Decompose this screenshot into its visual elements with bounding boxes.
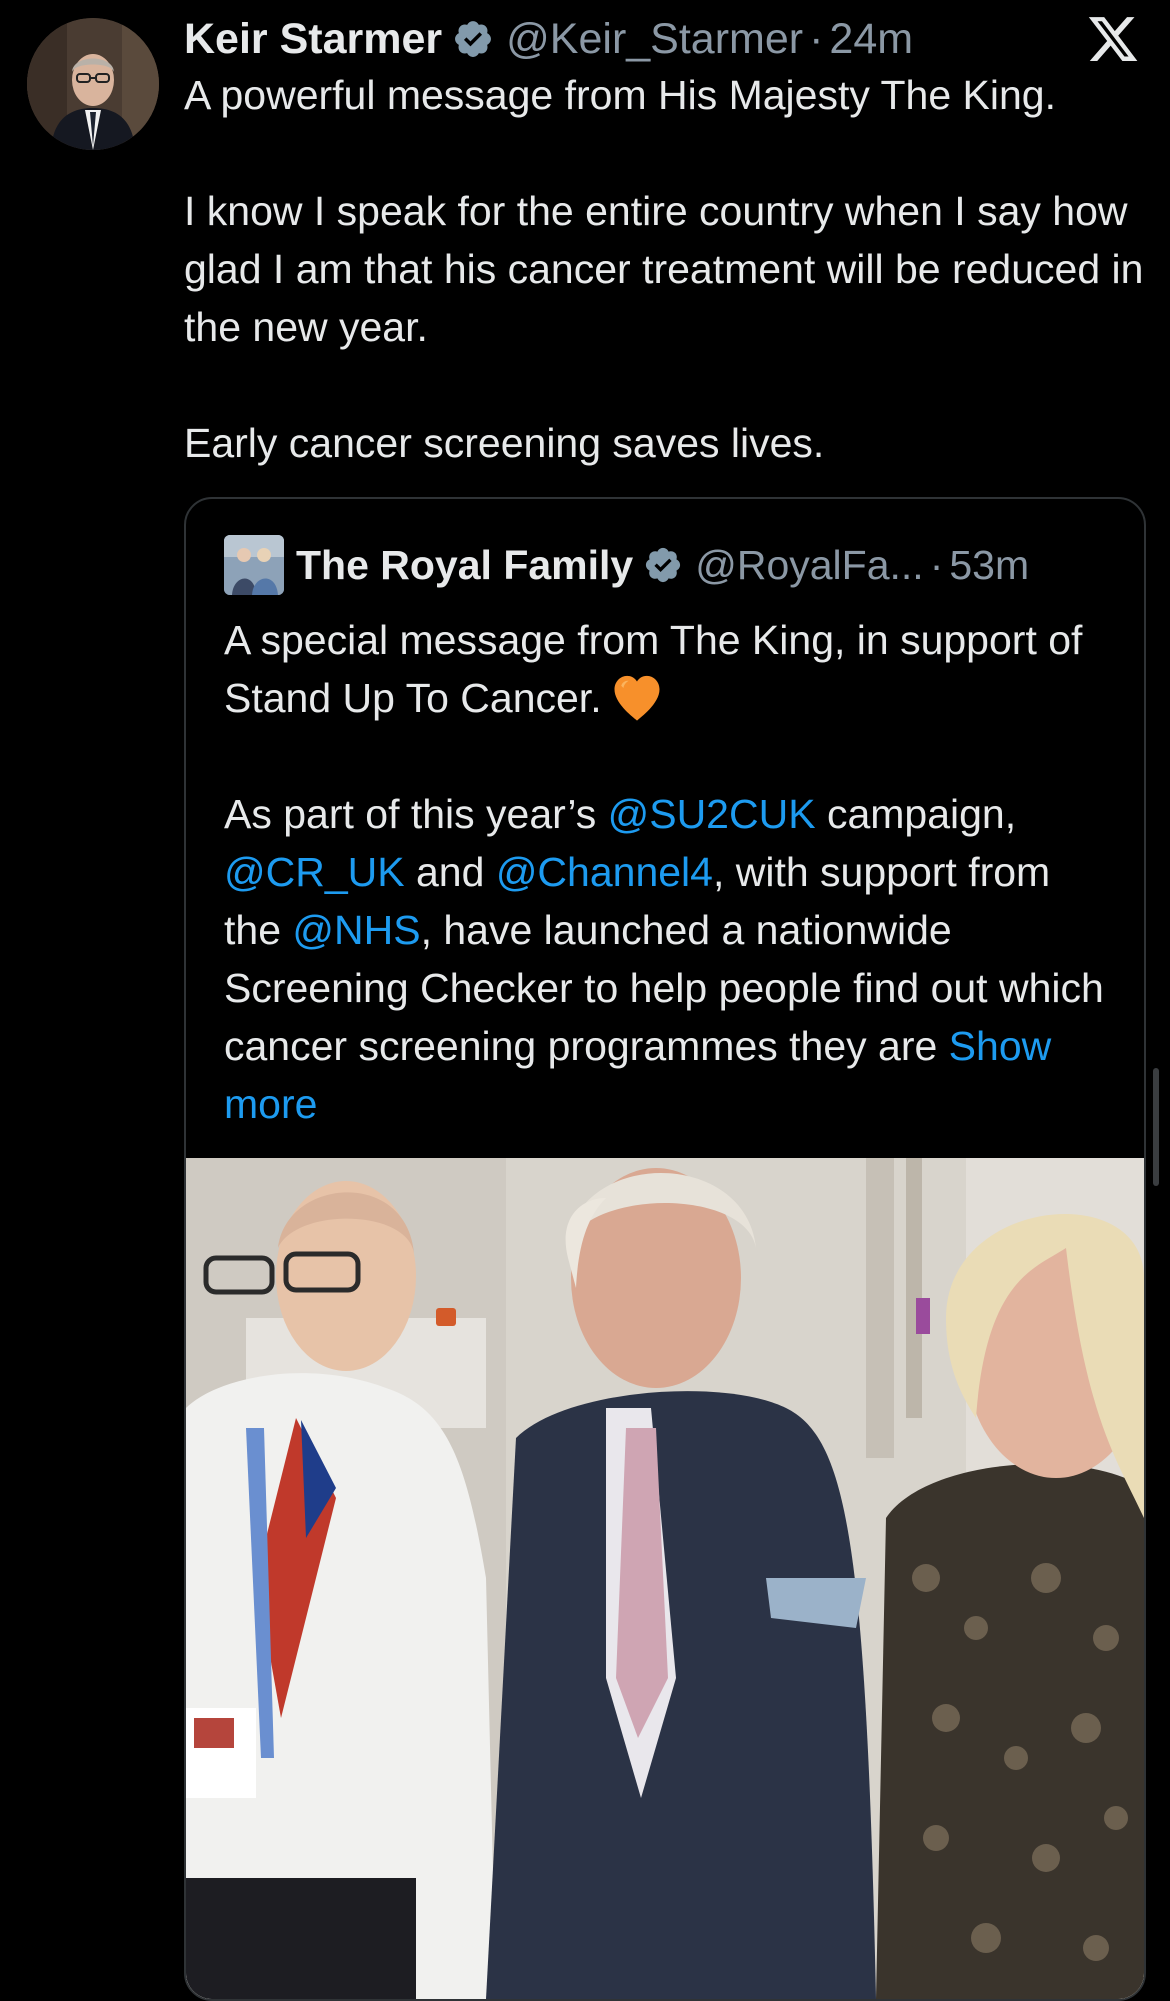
quoted-author-name[interactable]: The Royal Family [296, 542, 633, 589]
mention-nhs-link[interactable]: @NHS [292, 907, 420, 953]
quoted-tweet-header: The Royal Family @RoyalFa... · 53m [224, 535, 1029, 595]
quoted-author-avatar[interactable] [224, 535, 284, 595]
tweet-paragraph-3: Early cancer screening saves lives. [184, 420, 825, 466]
separator-dot: · [809, 14, 824, 63]
quoted-paragraph-2: As part of this year’s @SU2CUK campaign,… [224, 785, 1114, 1133]
quoted-tweet-media[interactable] [186, 1158, 1144, 1999]
x-logo-icon[interactable] [1085, 12, 1141, 66]
tweet-paragraph-1: A powerful message from His Majesty The … [184, 72, 1056, 118]
quoted-tweet-card[interactable]: The Royal Family @RoyalFa... · 53m A spe… [184, 497, 1146, 2001]
author-avatar[interactable] [27, 18, 159, 150]
mention-cr-uk-link[interactable]: @CR_UK [224, 849, 405, 895]
orange-heart-emoji-icon [610, 672, 664, 722]
portrait-avatar-icon [27, 18, 159, 150]
tweet-timestamp[interactable]: 24m [829, 15, 913, 64]
author-handle[interactable]: @Keir_Starmer [506, 15, 803, 64]
quoted-paragraph-1: A special message from The King, in supp… [224, 611, 1114, 727]
quoted-text-part-1: As part of this year’s [224, 791, 608, 837]
mention-channel4-link[interactable]: @Channel4 [496, 849, 713, 895]
mention-su2cuk-link[interactable]: @SU2CUK [608, 791, 816, 837]
tweet-paragraph-2: I know I speak for the entire country wh… [184, 188, 1144, 350]
quoted-text-part-2: campaign, [815, 791, 1017, 837]
verified-badge-icon[interactable] [452, 18, 494, 60]
tweet-text: A powerful message from His Majesty The … [184, 66, 1144, 472]
quoted-text-part-3: and [404, 849, 496, 895]
quoted-tweet-timestamp[interactable]: 53m [949, 542, 1029, 589]
quoted-separator-dot: · [929, 541, 944, 588]
video-thumbnail-image [186, 1158, 1144, 1999]
quoted-verified-badge-icon[interactable] [643, 545, 683, 585]
tweet-header: Keir Starmer @Keir_Starmer · 24m [184, 12, 913, 66]
author-name[interactable]: Keir Starmer [184, 15, 442, 64]
scrollbar-thumb[interactable] [1153, 1068, 1159, 1186]
quoted-tweet-text: A special message from The King, in supp… [224, 611, 1114, 1133]
quoted-avatar-icon [224, 535, 284, 595]
quoted-author-handle[interactable]: @RoyalFa... [695, 542, 923, 589]
